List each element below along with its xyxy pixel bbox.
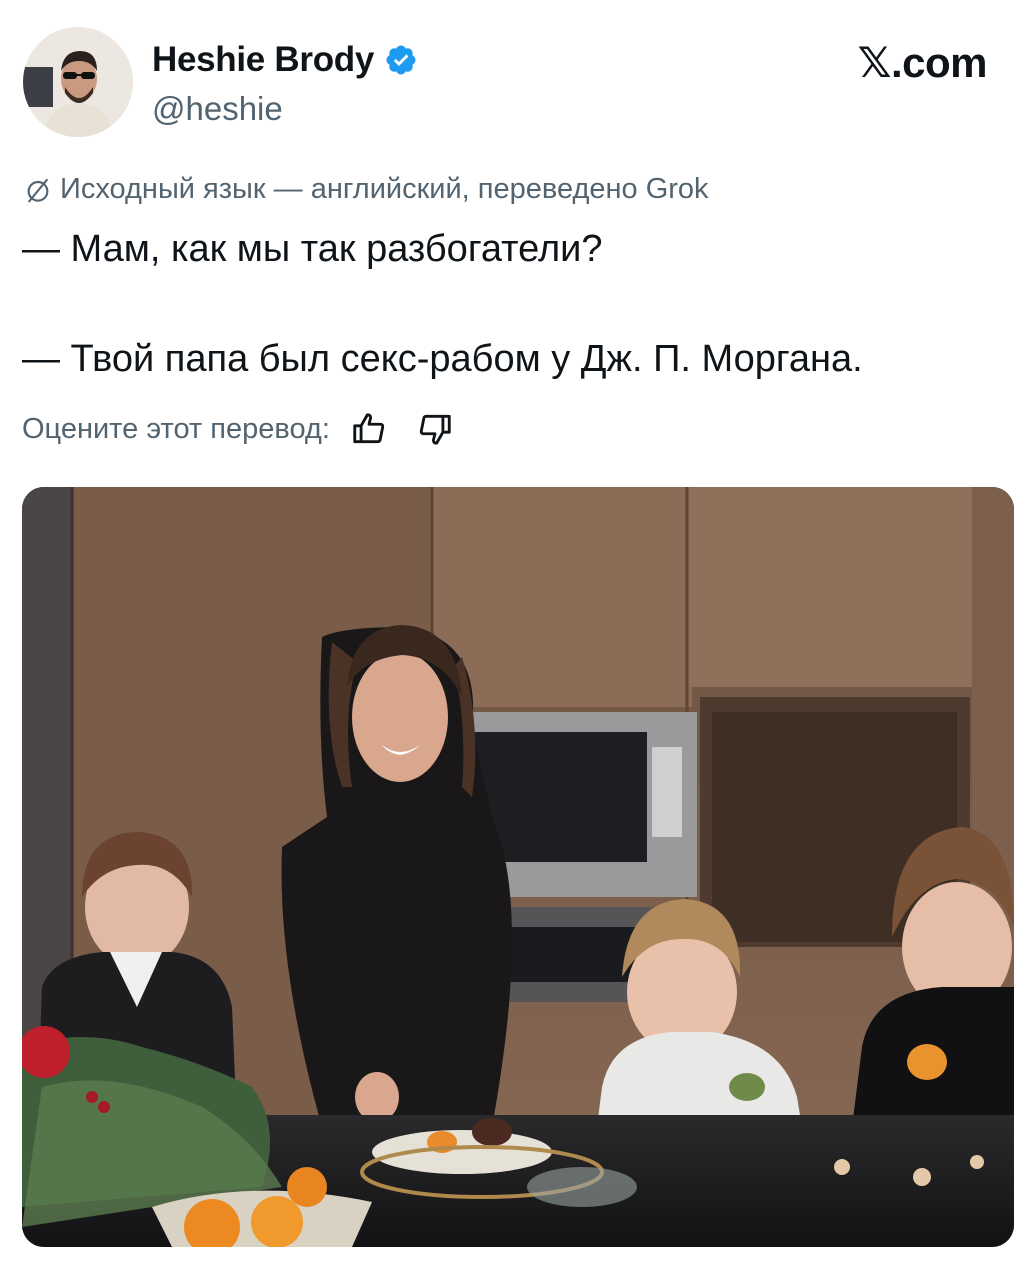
author-display-name[interactable]: Heshie Brody [152,40,374,80]
x-com-logo: 𝕏.com [857,38,988,87]
tweet-text: — Мам, как мы так разбогатели? — Твой па… [22,224,1012,384]
tweet-line-2: — Твой папа был секс-рабом у Дж. П. Морг… [22,338,863,380]
author-handle[interactable]: @heshie [152,90,283,128]
thumbs-down-icon[interactable] [416,410,454,448]
translation-note-text: Исходный язык — английский, переведено G… [60,173,709,205]
thumbs-up-icon[interactable] [350,410,388,448]
avatar-image [23,27,133,137]
x-logo-icon: 𝕏 [857,38,892,87]
tweet-photo[interactable] [22,487,1014,1247]
brand-domain: .com [890,39,988,86]
translation-note: Исходный язык — английский, переведено G… [22,173,709,206]
tweet-line-1: — Мам, как мы так разбогатели? [22,228,603,270]
verified-badge-icon [386,45,416,75]
author-avatar[interactable] [23,27,133,137]
author-name-row: Heshie Brody [152,40,418,80]
tweet-header: Heshie Brody @heshie 𝕏.com [0,0,1035,150]
rate-translation-label: Оцените этот перевод: [22,412,330,445]
family-kitchen-photo [22,487,1014,1247]
translate-icon [27,178,49,203]
rate-translation-row: Оцените этот перевод: [22,410,454,448]
